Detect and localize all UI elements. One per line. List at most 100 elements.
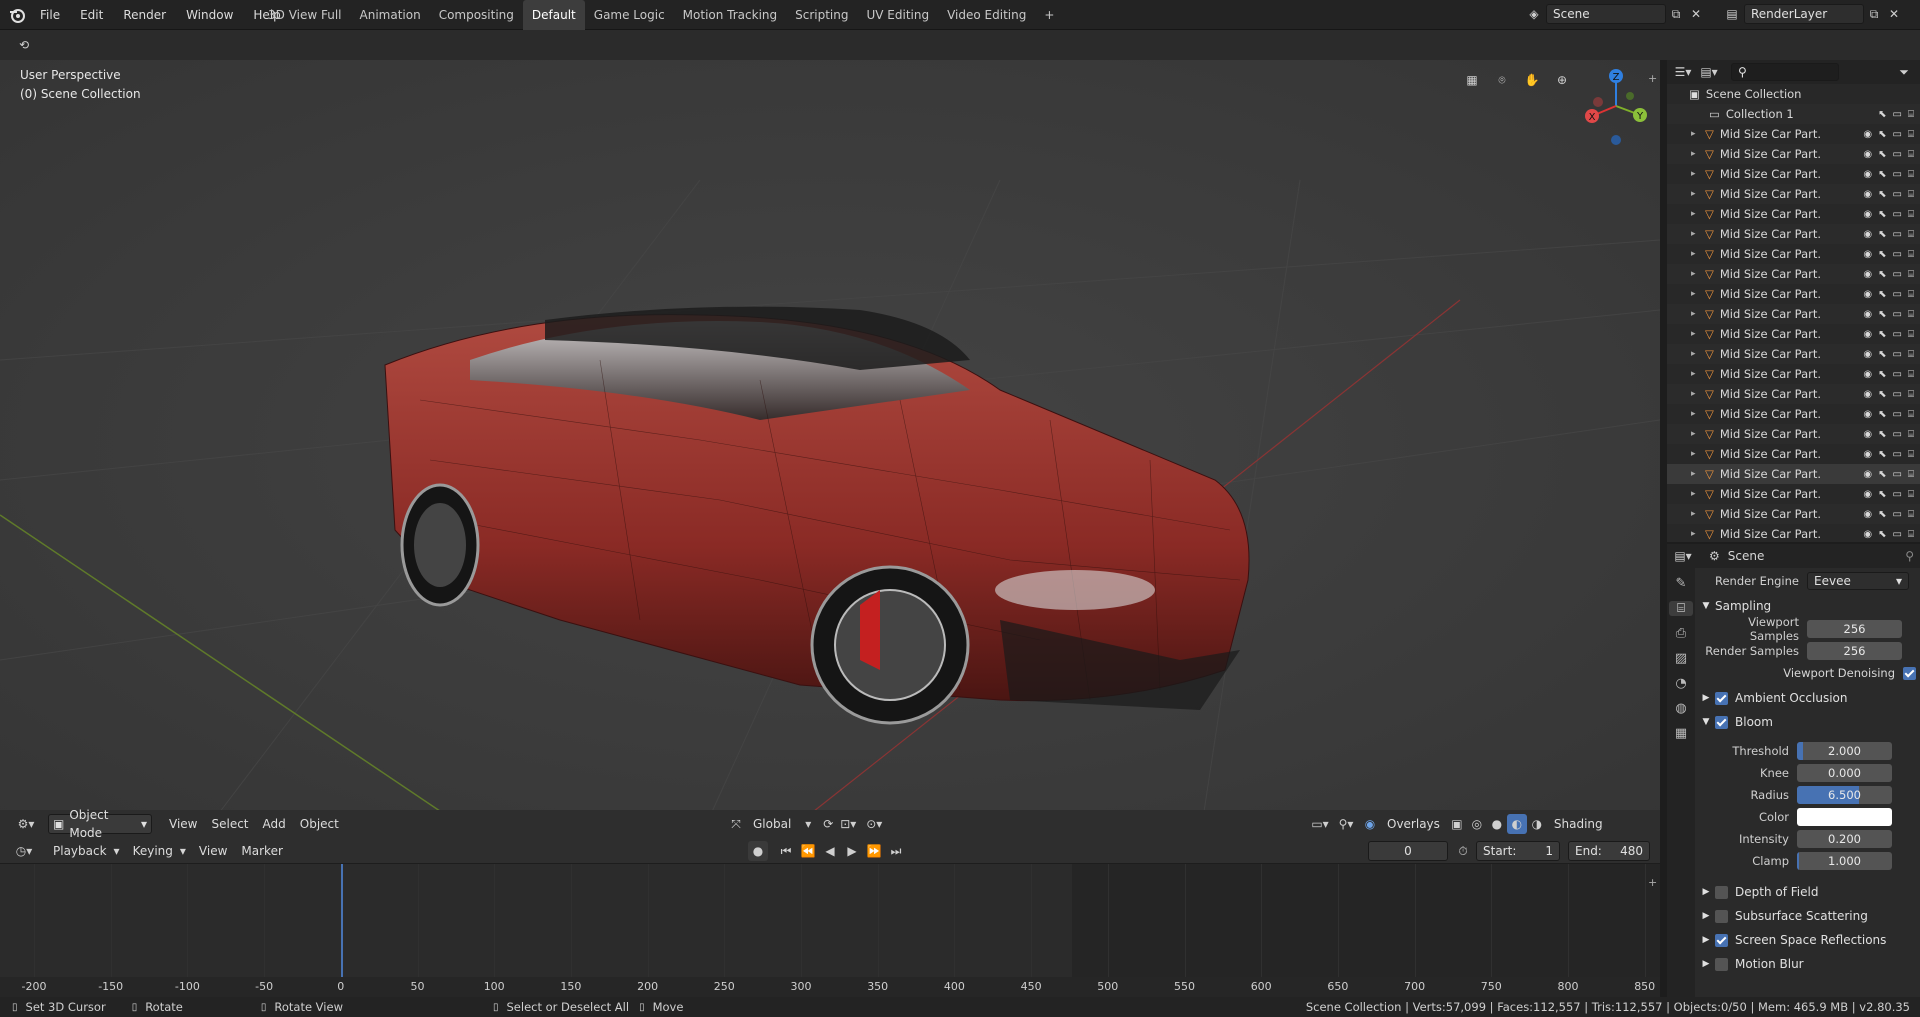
workspace-tab-game-logic[interactable]: Game Logic <box>585 0 674 30</box>
expand-arrow-icon[interactable]: ▸ <box>1691 449 1701 459</box>
outliner-object-row[interactable]: ▸ ▽ Mid Size Car Part.01 ◉ ⬉ ▭ ⌸ <box>1667 264 1920 284</box>
blender-logo[interactable] <box>8 0 26 30</box>
render-toggle-icon[interactable]: ⌸ <box>1908 129 1914 140</box>
viewport-toggle-icon[interactable]: ▭ <box>1893 509 1902 520</box>
viewport-toggle-icon[interactable]: ▭ <box>1893 469 1902 480</box>
intensity-slider[interactable]: 0.200 <box>1797 830 1892 848</box>
timeline-menu-view[interactable]: View <box>192 840 234 862</box>
timeline-track-area[interactable] <box>0 864 1660 995</box>
gizmo-toggle-icon[interactable]: ⚲▾ <box>1336 814 1356 834</box>
shading-dropdown[interactable]: Shading <box>1547 813 1610 835</box>
visibility-eye-icon[interactable]: ◉ <box>1863 269 1872 280</box>
jump-end-icon[interactable]: ⏭ <box>886 841 906 861</box>
pin-icon[interactable]: ⚲ <box>1905 549 1914 563</box>
visibility-eye-icon[interactable]: ◉ <box>1863 249 1872 260</box>
render-toggle-icon[interactable]: ⌸ <box>1908 449 1914 460</box>
object-mode-dropdown[interactable]: ▣ Object Mode ▾ <box>48 808 152 838</box>
sidebar-toggle-icon[interactable]: + <box>1648 72 1657 85</box>
outliner-object-row[interactable]: ▸ ▽ Mid Size Car Part.00 ◉ ⬉ ▭ ⌸ <box>1667 184 1920 204</box>
panel-header-subsurface-scattering[interactable]: ▶ Subsurface Scattering <box>1697 904 1920 928</box>
render-toggle-icon[interactable]: ⌸ <box>1908 509 1914 520</box>
select-toggle-icon[interactable]: ⬉ <box>1878 429 1886 440</box>
expand-arrow-icon[interactable]: ▸ <box>1691 129 1701 139</box>
workspace-tab-video-editing[interactable]: Video Editing <box>938 0 1035 30</box>
render-toggle-icon[interactable]: ⌸ <box>1908 489 1914 500</box>
workspace-tab-default[interactable]: Default <box>522 0 585 30</box>
visibility-eye-icon[interactable]: ◉ <box>1863 369 1872 380</box>
render-toggle-icon[interactable]: ⌸ <box>1908 229 1914 240</box>
visibility-eye-icon[interactable]: ◉ <box>1863 469 1872 480</box>
visibility-eye-icon[interactable]: ◉ <box>1863 229 1872 240</box>
visibility-eye-icon[interactable]: ◉ <box>1863 509 1872 520</box>
viewport-toggle-icon[interactable]: ▭ <box>1893 329 1902 340</box>
panel-header-screen-space-reflections[interactable]: ▶ Screen Space Reflections <box>1697 928 1920 952</box>
scene-browse-icon[interactable]: ◈ <box>1524 4 1544 24</box>
visibility-eye-icon[interactable]: ◉ <box>1863 289 1872 300</box>
visibility-eye-icon[interactable]: ◉ <box>1863 409 1872 420</box>
select-toggle-icon[interactable]: ⬉ <box>1878 509 1886 520</box>
render-toggle-icon[interactable]: ⌸ <box>1908 389 1914 400</box>
expand-arrow-icon[interactable]: ▸ <box>1691 509 1701 519</box>
expand-arrow-icon[interactable]: ▸ <box>1691 309 1701 319</box>
render-toggle-icon[interactable]: ⌸ <box>1908 409 1914 420</box>
select-toggle-icon[interactable]: ⬉ <box>1878 249 1886 260</box>
select-toggle-icon[interactable]: ⬉ <box>1878 449 1886 460</box>
viewport-toggle-icon[interactable]: ▭ <box>1893 169 1902 180</box>
render-toggle-icon[interactable]: ⌸ <box>1908 529 1914 540</box>
current-frame-field[interactable]: 0 <box>1368 841 1448 861</box>
visibility-eye-icon[interactable]: ◉ <box>1863 329 1872 340</box>
select-toggle-icon[interactable]: ⬉ <box>1878 349 1886 360</box>
render-toggle-icon[interactable]: ⌸ <box>1908 109 1914 120</box>
viewport-toggle-icon[interactable]: ▭ <box>1893 409 1902 420</box>
render-toggle-icon[interactable]: ⌸ <box>1908 269 1914 280</box>
visibility-eye-icon[interactable]: ◉ <box>1863 349 1872 360</box>
rendered-shading-icon[interactable]: ◑ <box>1527 814 1547 834</box>
workspace-tab-animation[interactable]: Animation <box>351 0 430 30</box>
panel-checkbox[interactable] <box>1715 909 1728 923</box>
viewport-menu-view[interactable]: View <box>162 813 204 835</box>
proportional-edit-icon[interactable]: ⊙▾ <box>864 814 884 834</box>
outliner-object-row[interactable]: ▸ ▽ Mid Size Car Part.03 ◉ ⬉ ▭ ⌸ <box>1667 504 1920 524</box>
texture-tab-icon[interactable]: ▦ <box>1675 726 1687 741</box>
filter-icon[interactable]: ⏷ <box>1894 62 1914 82</box>
render-tab-icon[interactable]: ⌸ <box>1669 601 1693 616</box>
visibility-eye-icon[interactable]: ◉ <box>1863 169 1872 180</box>
panel-checkbox[interactable] <box>1715 885 1728 899</box>
renderlayer-browse-icon[interactable]: ▤ <box>1722 4 1742 24</box>
menu-file[interactable]: File <box>30 0 70 30</box>
bloom-checkbox[interactable] <box>1715 715 1728 729</box>
play-icon[interactable]: ▶ <box>842 841 862 861</box>
expand-arrow-icon[interactable]: ▸ <box>1691 349 1701 359</box>
expand-arrow-icon[interactable]: ▸ <box>1691 409 1701 419</box>
select-toggle-icon[interactable]: ⬉ <box>1878 109 1886 120</box>
render-toggle-icon[interactable]: ⌸ <box>1908 329 1914 340</box>
viewport-toggle-icon[interactable]: ▭ <box>1893 489 1902 500</box>
jump-start-icon[interactable]: ⏮ <box>776 841 796 861</box>
world-tab-icon[interactable]: ◍ <box>1675 701 1686 716</box>
select-toggle-icon[interactable]: ⬉ <box>1878 489 1886 500</box>
render-toggle-icon[interactable]: ⌸ <box>1908 209 1914 220</box>
expand-arrow-icon[interactable]: ▸ <box>1691 169 1701 179</box>
add-workspace-icon[interactable]: + <box>1035 0 1063 30</box>
menu-render[interactable]: Render <box>113 0 176 30</box>
scene-name-field[interactable]: Scene <box>1546 4 1666 24</box>
viewport-menu-add[interactable]: Add <box>256 813 293 835</box>
timeline-menu-keying[interactable]: Keying <box>126 840 180 862</box>
workspace-tab-uv-editing[interactable]: UV Editing <box>858 0 939 30</box>
scene-close-icon[interactable]: ✕ <box>1686 4 1706 24</box>
lookdev-shading-icon[interactable]: ◐ <box>1506 814 1527 834</box>
view-layer-tab-icon[interactable]: ▨ <box>1675 651 1687 666</box>
viewport-toggle-icon[interactable]: ▭ <box>1893 129 1902 140</box>
select-toggle-icon[interactable]: ⬉ <box>1878 289 1886 300</box>
select-toggle-icon[interactable]: ⬉ <box>1878 189 1886 200</box>
visibility-eye-icon[interactable]: ◉ <box>1863 449 1872 460</box>
viewport-samples-field[interactable]: 256 <box>1807 620 1902 638</box>
select-toggle-icon[interactable]: ⬉ <box>1878 129 1886 140</box>
renderlayer-new-icon[interactable]: ⧉ <box>1864 4 1884 24</box>
select-toggle-icon[interactable]: ⬉ <box>1878 409 1886 420</box>
render-toggle-icon[interactable]: ⌸ <box>1908 249 1914 260</box>
solid-shading-icon[interactable]: ● <box>1487 814 1507 834</box>
viewport-toggle-icon[interactable]: ▭ <box>1893 389 1902 400</box>
panel-header-depth-of-field[interactable]: ▶ Depth of Field <box>1697 880 1920 904</box>
expand-arrow-icon[interactable]: ▸ <box>1691 189 1701 199</box>
